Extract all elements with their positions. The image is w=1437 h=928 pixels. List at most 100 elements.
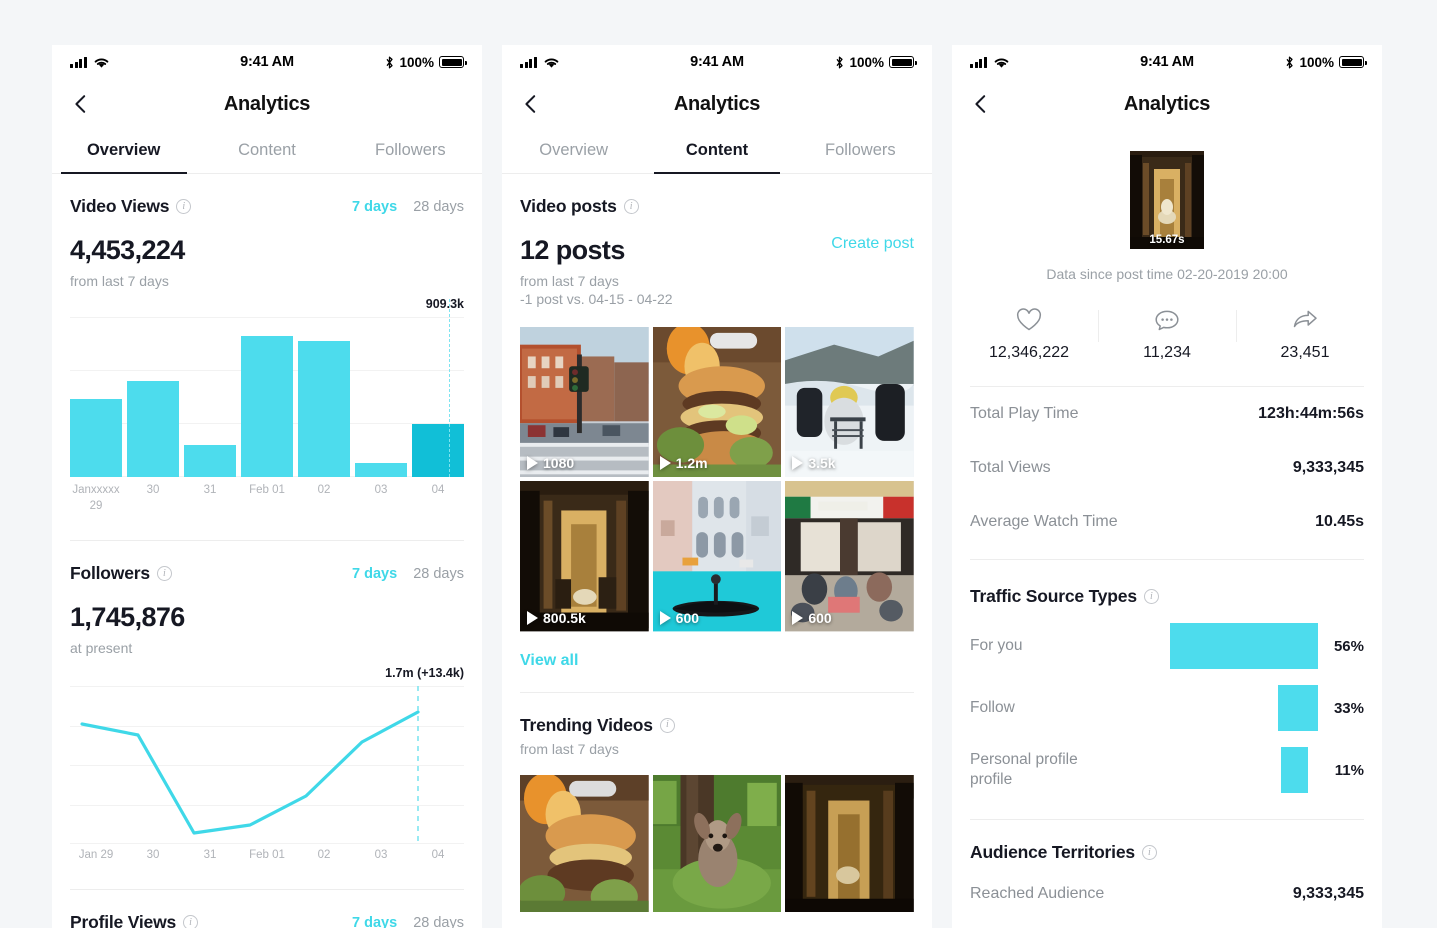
followers-title: Followers [70, 563, 150, 584]
play-icon [527, 456, 538, 471]
traffic-row: Follow 33% [970, 685, 1364, 731]
video-posts-value: 12 posts [520, 235, 625, 265]
info-icon[interactable]: i [1141, 845, 1157, 860]
info-icon[interactable]: i [623, 199, 639, 214]
traffic-percent: 56% [1333, 637, 1364, 655]
bar-series [70, 317, 464, 477]
traffic-label: Personal profile profile [970, 750, 1078, 788]
tab-content[interactable]: Content [645, 129, 788, 173]
stat-row: Total Views 9,333,345 [970, 441, 1364, 495]
post-detail-scroll[interactable]: 15.67s Data since post time 02-20-2019 2… [952, 129, 1382, 928]
video-views-range: 7 days 28 days [352, 199, 464, 215]
line-peak-label: 1.7m (+13.4k) [385, 666, 464, 681]
video-views-note: from last 7 days [70, 273, 169, 289]
bar-x-axis: Janxxxxx 29 30 31 Feb 01 02 03 04 [70, 483, 464, 514]
line-x-label: 02 [317, 849, 331, 862]
battery-percent: 100% [399, 54, 434, 70]
video-views-bar-chart: 909.3k [70, 297, 464, 477]
tab-followers[interactable]: Followers [339, 129, 482, 173]
engagement-shares: 23,451 [1236, 308, 1374, 362]
bar-cell [127, 317, 179, 477]
phone-overview: 9:41 AM 100% Analytics Overview Content … [52, 45, 482, 928]
line-x-label: 31 [203, 849, 217, 862]
stat-value: 9,333,345 [1292, 885, 1364, 902]
trending-thumbnail[interactable] [652, 774, 782, 913]
tab-content[interactable]: Content [195, 129, 338, 173]
video-thumbnail[interactable]: 1.2m [652, 327, 782, 478]
tab-overview[interactable]: Overview [502, 129, 645, 173]
status-bar: 9:41 AM 100% [952, 45, 1382, 79]
section-profile-views: Profile Views i 7 days 28 days [52, 890, 482, 928]
range-7days[interactable]: 7 days [352, 915, 397, 928]
video-thumbnail[interactable]: 800.5k [520, 481, 649, 632]
info-icon[interactable]: i [176, 199, 192, 214]
play-icon [527, 610, 538, 625]
info-icon[interactable]: i [183, 915, 199, 928]
traffic-bar-wrap [1138, 623, 1318, 669]
content-scroll[interactable]: Video posts i 12 posts from last 7 days … [502, 174, 932, 928]
stat-value: 10.45s [1315, 513, 1364, 530]
page-title: Analytics [1123, 92, 1211, 115]
bar-x-label: 02 [317, 484, 331, 496]
traffic-label: Follow [970, 698, 1015, 716]
video-thumbnail[interactable]: 1080 [520, 327, 649, 478]
trending-thumbnail[interactable] [520, 774, 649, 913]
info-icon[interactable]: i [659, 717, 675, 733]
video-thumbnail[interactable]: 600 [785, 481, 914, 632]
range-28days[interactable]: 28 days [413, 915, 464, 928]
bar-cell [412, 317, 464, 477]
line-x-label: Feb 01 [249, 849, 285, 862]
video-post-grid: 1080 1.2m 3.5k 800.5k 600 600 [520, 327, 914, 632]
tab-overview[interactable]: Overview [52, 129, 195, 173]
nav-bar: Analytics [502, 79, 932, 129]
engagement-comments: 11,234 [1098, 308, 1236, 362]
line-x-label: 04 [431, 849, 445, 862]
stat-value: 123h:44m:56s [1258, 405, 1364, 422]
shares-value: 23,451 [1280, 344, 1330, 361]
engagement-row: 12,346,222 11,234 23,451 [952, 308, 1382, 386]
range-7days[interactable]: 7 days [352, 199, 397, 215]
info-icon[interactable]: i [156, 566, 172, 582]
trending-thumbnail[interactable] [785, 774, 914, 913]
range-28days[interactable]: 28 days [413, 199, 464, 215]
bar-cell [184, 317, 236, 477]
bar-cell [70, 317, 122, 477]
audience-title: Audience Territories [970, 842, 1135, 862]
video-views-title: Video Views [70, 196, 170, 216]
info-icon[interactable]: i [1143, 589, 1159, 604]
range-7days[interactable]: 7 days [352, 566, 397, 582]
followers-line-svg [80, 686, 420, 845]
profile-views-title: Profile Views [70, 912, 177, 928]
screenshot-stage: 9:41 AM 100% Analytics Overview Content … [0, 0, 1437, 928]
phone-content: 9:41 AM 100% Analytics Overview Content … [502, 45, 932, 928]
stat-row: Average Watch Time 10.45s [970, 495, 1364, 549]
video-posts-title: Video posts [520, 196, 617, 216]
create-post-button[interactable]: Create post [831, 235, 914, 253]
stat-row: Total Play Time 123h:44m:56s [970, 387, 1364, 441]
video-thumbnail[interactable]: 600 [652, 481, 782, 632]
battery-percent: 100% [1299, 54, 1334, 70]
status-right: 100% [385, 54, 467, 70]
stat-key: Total Play Time [970, 405, 1079, 422]
overview-scroll[interactable]: Video Views i 7 days 28 days 4,453,224 f… [52, 174, 482, 928]
nav-bar: Analytics [952, 79, 1382, 129]
bar-x-label: Janxxxxx 29 [72, 484, 120, 512]
trending-video-grid [520, 774, 914, 913]
bar-cell [298, 317, 350, 477]
video-thumbnail[interactable]: 3.5k [785, 327, 914, 478]
play-icon [792, 456, 804, 471]
traffic-bar-wrap [1138, 747, 1318, 793]
post-thumbnail[interactable]: 15.67s [1130, 151, 1204, 249]
tab-followers[interactable]: Followers [789, 129, 932, 173]
trending-header: Trending Videos i [520, 693, 914, 736]
followers-range: 7 days 28 days [352, 566, 464, 582]
status-right: 100% [1285, 54, 1367, 70]
page-title: Analytics [223, 92, 311, 115]
status-bar: 9:41 AM 100% [502, 45, 932, 79]
range-28days[interactable]: 28 days [413, 566, 464, 582]
view-all-button[interactable]: View all [520, 632, 914, 692]
battery-icon [889, 56, 917, 68]
bluetooth-icon [386, 56, 394, 68]
bar-x-label: 31 [203, 484, 217, 496]
section-trending-videos: Trending Videos i from last 7 days [502, 693, 932, 913]
